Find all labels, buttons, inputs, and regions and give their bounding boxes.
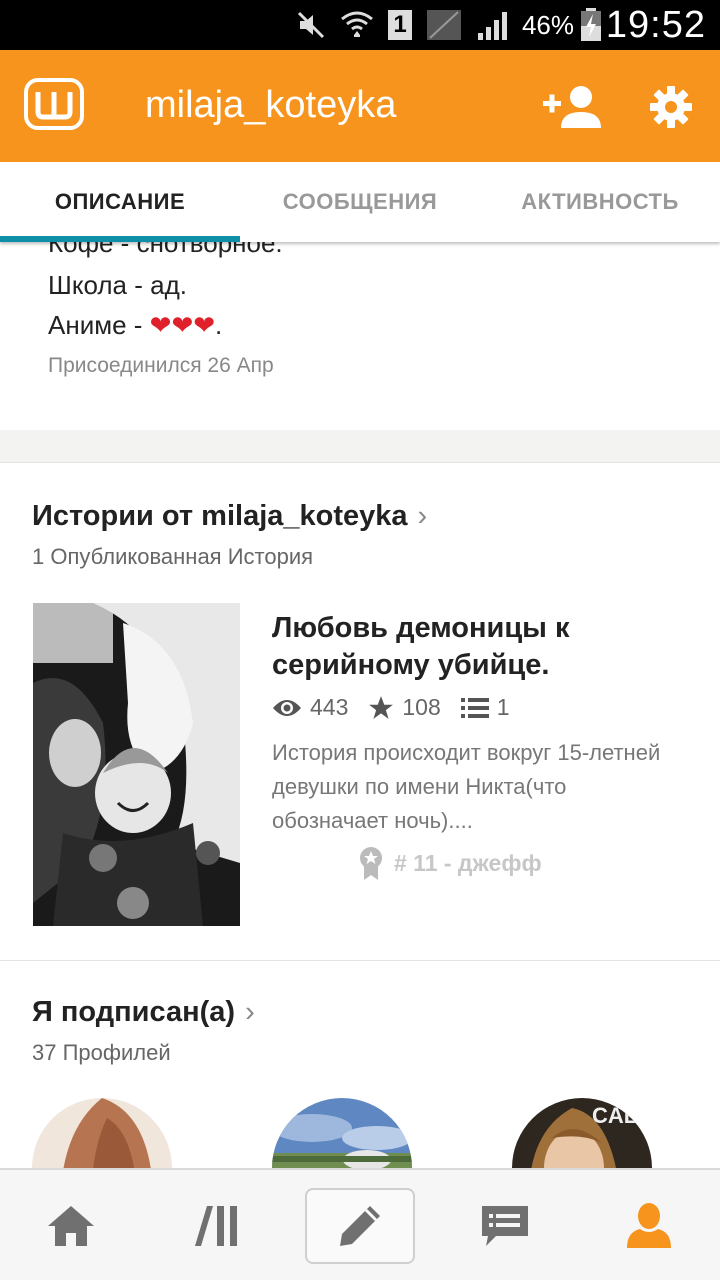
- chevron-right-icon: ›: [245, 996, 255, 1028]
- story-rank[interactable]: # 11 - джефф: [358, 846, 542, 880]
- joined-date: Присоединился 26 Апр: [48, 354, 274, 377]
- avatar-image: CAL: [512, 1098, 652, 1168]
- about-line-end: .: [215, 310, 223, 340]
- story-stats: 443 108 1: [272, 694, 530, 721]
- story-description: История происходит вокруг 15-летней деву…: [272, 740, 661, 833]
- page-title: milaja_koteyka: [145, 84, 397, 126]
- clock: 19:52: [605, 4, 706, 46]
- nav-profile[interactable]: [594, 1188, 704, 1264]
- rank-text: # 11 - джефф: [394, 849, 542, 876]
- about-line: Аниме - ❤❤❤.: [48, 310, 222, 341]
- nav-library[interactable]: [162, 1188, 272, 1264]
- divider: [0, 960, 720, 961]
- library-icon: [195, 1206, 237, 1246]
- cover-illustration: [33, 603, 240, 926]
- write-icon: [340, 1206, 380, 1246]
- avatar[interactable]: [272, 1098, 412, 1168]
- gear-icon[interactable]: [650, 86, 692, 128]
- messages-icon: [482, 1206, 528, 1246]
- sim-icon: [427, 10, 461, 40]
- list-icon: [460, 697, 489, 718]
- reads-stat: 443: [272, 694, 348, 721]
- mute-icon: [297, 11, 325, 39]
- nav-messages[interactable]: [450, 1188, 560, 1264]
- parts-stat: 1: [460, 694, 510, 721]
- stories-section-header[interactable]: Истории от milaja_koteyka ›: [32, 500, 427, 533]
- about-line: Школа - ад.: [48, 270, 187, 300]
- hearts-emoji: ❤❤❤: [149, 310, 216, 340]
- tab-messages[interactable]: СООБЩЕНИЯ: [240, 162, 480, 242]
- avatar-image: [272, 1098, 412, 1168]
- active-tab-indicator: [0, 236, 240, 242]
- profile-icon: [627, 1203, 671, 1248]
- wifi-icon: [341, 11, 373, 37]
- signal-icon: [478, 12, 507, 40]
- votes-count: 108: [402, 694, 441, 720]
- eye-icon: [273, 699, 301, 716]
- profile-tabs: ОПИСАНИЕ СООБЩЕНИЯ АКТИВНОСТЬ: [0, 162, 720, 242]
- section-separator: [0, 430, 720, 463]
- reads-count: 443: [310, 694, 349, 720]
- following-count: 37 Профилей: [32, 1040, 171, 1065]
- ribbon-badge-icon: [360, 847, 382, 880]
- story-cover[interactable]: [33, 603, 240, 926]
- story-title[interactable]: Любовь демоницы к серийному убийце.: [272, 610, 692, 684]
- profile-content[interactable]: Кофе - снотворное. Школа - ад. Аниме - ❤…: [0, 242, 720, 1168]
- app-header: milaja_koteyka: [0, 50, 720, 162]
- battery-charging-icon: [581, 8, 601, 41]
- about-line-text: Аниме -: [48, 310, 150, 340]
- parts-count: 1: [496, 694, 510, 720]
- stories-count: 1 Опубликованная История: [32, 544, 314, 569]
- about-line: Кофе - снотворное.: [48, 242, 283, 258]
- avatar[interactable]: [32, 1098, 172, 1168]
- home-icon: [48, 1206, 94, 1246]
- nav-write[interactable]: [305, 1188, 415, 1264]
- status-icons: 1: [296, 8, 510, 42]
- stories-title: Истории от milaja_koteyka: [32, 500, 408, 532]
- votes-stat: 108: [368, 694, 441, 721]
- tab-description[interactable]: ОПИСАНИЕ: [0, 162, 240, 242]
- add-user-icon[interactable]: [543, 84, 601, 128]
- avatar-image: [32, 1098, 172, 1168]
- chevron-right-icon: ›: [417, 500, 428, 532]
- battery-percent: 46%: [521, 10, 574, 40]
- sim-slot-badge: 1: [388, 10, 412, 40]
- status-bar: 1 46% 19:52: [0, 0, 720, 50]
- star-icon: [369, 695, 394, 719]
- avatar[interactable]: CAL: [512, 1098, 652, 1168]
- tab-activity[interactable]: АКТИВНОСТЬ: [480, 162, 720, 242]
- wattpad-logo-icon: [35, 92, 73, 120]
- bottom-navigation: [0, 1168, 720, 1280]
- avatar-overlay-text: CAL: [592, 1103, 637, 1128]
- following-title: Я подписан(а): [32, 996, 236, 1028]
- following-section-header[interactable]: Я подписан(а) ›: [32, 996, 255, 1029]
- nav-home[interactable]: [16, 1188, 126, 1264]
- app-logo[interactable]: [24, 78, 84, 130]
